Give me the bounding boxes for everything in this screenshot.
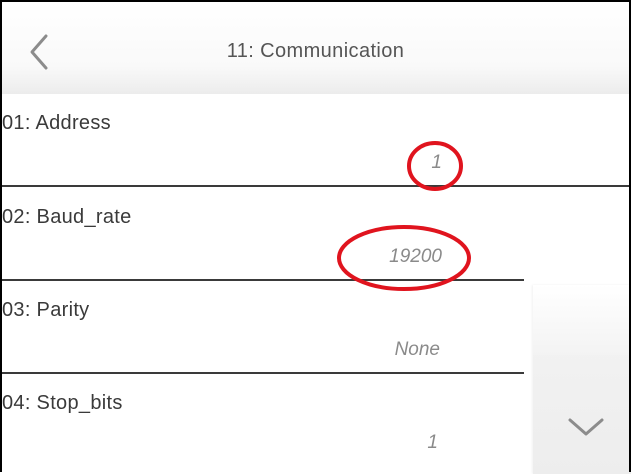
screen: 11: Communication 01: Address 1 02: Baud…: [0, 0, 631, 474]
screen-frame: [0, 0, 631, 472]
